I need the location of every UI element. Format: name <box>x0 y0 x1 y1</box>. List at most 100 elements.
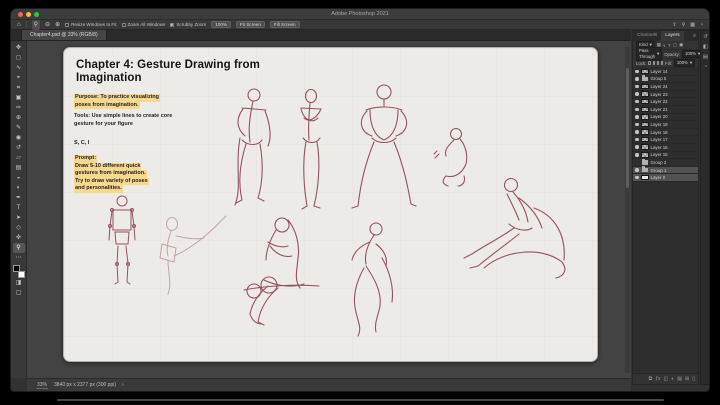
document-tab[interactable]: Chapter4.psd @ 33% (RGB/8) <box>21 30 107 40</box>
type-tool[interactable]: T <box>13 203 25 213</box>
layout-icon[interactable]: ▦ <box>690 22 695 28</box>
history-panel-icon[interactable]: ↺ <box>703 34 708 40</box>
lasso-tool[interactable]: ∿ <box>13 63 25 73</box>
visibility-eye-icon[interactable] <box>635 77 639 81</box>
move-tool[interactable]: ✥ <box>13 43 25 53</box>
zoom-window-button[interactable] <box>34 12 39 17</box>
layer-row[interactable]: Layer 21 <box>633 106 698 114</box>
visibility-eye-icon[interactable] <box>635 99 639 104</box>
crop-tool[interactable]: ⌗ <box>13 83 25 93</box>
visibility-eye-icon[interactable] <box>635 161 639 165</box>
zoom-all-windows-checkbox[interactable]: Zoom All Windows <box>121 22 165 27</box>
libraries-panel-icon[interactable]: ▤ <box>703 54 708 60</box>
zoom-100-button[interactable]: 100% <box>211 21 231 28</box>
visibility-eye-icon[interactable] <box>635 107 639 112</box>
path-selection-tool[interactable]: ➤ <box>13 213 25 223</box>
layer-row[interactable]: Layer 19 <box>633 121 698 129</box>
close-window-button[interactable] <box>18 12 23 17</box>
visibility-eye-icon[interactable] <box>635 130 639 134</box>
eraser-tool[interactable]: ▱ <box>13 153 25 163</box>
link-layers-icon[interactable]: ⧉ <box>649 376 653 382</box>
dodge-tool[interactable]: ◐ <box>13 183 25 193</box>
zoom-level-field[interactable]: 33% <box>36 382 49 389</box>
history-brush-tool[interactable]: ↺ <box>13 143 25 153</box>
tab-layers[interactable]: Layers <box>661 31 684 41</box>
status-chevron-icon[interactable]: › <box>122 382 124 388</box>
layer-row[interactable]: Layer 24 <box>633 83 698 91</box>
filter-shape-icon[interactable]: ▢ <box>673 42 677 48</box>
background-color-swatch[interactable] <box>17 271 25 278</box>
screen-mode-icon[interactable]: ▢ <box>13 288 25 298</box>
frame-tool[interactable]: ▣ <box>13 93 25 103</box>
scrollbar-thumb[interactable] <box>626 68 629 188</box>
foreground-color-swatch[interactable] <box>12 265 20 272</box>
edit-toolbar-icon[interactable]: ⋯ <box>13 253 25 263</box>
adjustments-panel-icon[interactable]: ◔ <box>704 64 707 70</box>
hand-tool[interactable]: ✜ <box>13 233 25 243</box>
document-canvas[interactable]: Chapter 4: Gesture Drawing from Imaginat… <box>63 47 598 362</box>
delete-layer-icon[interactable]: ▯ <box>692 376 695 382</box>
minimize-window-button[interactable] <box>26 12 31 17</box>
layer-row[interactable]: Layer 15 <box>633 152 698 160</box>
lock-pixels-icon[interactable] <box>652 61 655 65</box>
layer-effects-icon[interactable]: ƒx <box>655 376 660 382</box>
quick-mask-icon[interactable]: ◨ <box>13 278 25 288</box>
gradient-tool[interactable]: ▤ <box>13 163 25 173</box>
visibility-eye-icon[interactable] <box>635 92 639 96</box>
blend-mode-select[interactable]: Pass Through ▾ <box>636 47 663 61</box>
blur-tool[interactable]: ◒ <box>13 173 25 183</box>
visibility-eye-icon[interactable] <box>635 153 639 157</box>
new-group-icon[interactable]: ▤ <box>677 376 682 382</box>
clone-stamp-tool[interactable]: ◉ <box>13 133 25 143</box>
visibility-eye-icon[interactable] <box>635 137 639 142</box>
layer-row[interactable]: Layer 20 <box>633 114 698 122</box>
visibility-eye-icon[interactable] <box>635 84 639 89</box>
visibility-eye-icon[interactable] <box>635 115 639 119</box>
marquee-tool[interactable]: ◻ <box>13 53 25 63</box>
visibility-eye-icon[interactable] <box>635 69 639 74</box>
search-icon[interactable]: ⚲ <box>682 22 686 28</box>
object-selection-tool[interactable]: ⌖ <box>13 73 25 83</box>
lock-all-icon[interactable] <box>660 61 664 65</box>
visibility-eye-icon[interactable] <box>635 145 639 149</box>
shape-tool[interactable]: ◇ <box>13 223 25 233</box>
layer-row[interactable]: Layer 17 <box>633 136 698 144</box>
fill-field[interactable]: 100% ▾ <box>673 59 696 67</box>
canvas-scrollbar[interactable] <box>625 46 630 373</box>
adjustment-layer-icon[interactable]: ◐ <box>671 376 674 382</box>
group-row-selected[interactable]: Group 1 <box>633 166 698 175</box>
healing-brush-tool[interactable]: ⊕ <box>13 113 25 123</box>
filter-type-icon[interactable]: T <box>668 43 671 48</box>
home-icon[interactable]: ⌂ <box>17 20 21 30</box>
zoom-in-icon[interactable]: ⊕ <box>55 20 60 30</box>
layer-row[interactable]: Layer 23 <box>633 91 698 99</box>
fit-screen-button[interactable]: Fit Screen <box>235 21 265 28</box>
zoom-out-icon[interactable]: ⊖ <box>45 20 50 30</box>
workspace-icon[interactable]: ◔ <box>700 22 703 28</box>
lock-position-icon[interactable] <box>656 61 659 65</box>
color-panel-icon[interactable]: ◧ <box>703 44 708 50</box>
eyedropper-tool[interactable]: ✑ <box>13 103 25 113</box>
group-row[interactable]: Group 5 <box>633 75 698 84</box>
tab-channels[interactable]: Channels <box>633 31 661 41</box>
layer-row-selected[interactable]: Layer 0 <box>633 174 698 182</box>
filter-adjustment-icon[interactable]: ◐ <box>663 43 666 48</box>
color-swatches[interactable] <box>12 265 25 278</box>
filter-smart-object-icon[interactable]: ▣ <box>679 42 683 48</box>
lock-transparency-icon[interactable] <box>648 61 651 65</box>
zoom-tool-preset-icon[interactable]: ⚲ <box>31 19 41 30</box>
fill-screen-button[interactable]: Fill Screen <box>269 21 300 28</box>
brush-tool[interactable]: ✎ <box>13 123 25 133</box>
visibility-eye-icon[interactable] <box>635 168 639 172</box>
scrubby-zoom-checkbox[interactable]: ✓ Scrubby Zoom <box>170 22 206 27</box>
visibility-eye-icon[interactable] <box>635 122 639 127</box>
layer-row[interactable]: Layer 18 <box>633 129 698 137</box>
layer-mask-icon[interactable]: ◱ <box>664 376 669 382</box>
layer-row[interactable]: Layer 16 <box>633 144 698 152</box>
new-layer-icon[interactable]: ⊞ <box>685 376 689 382</box>
resize-windows-checkbox[interactable]: Resize Windows to Fit <box>65 22 117 27</box>
zoom-tool[interactable]: ⚲ <box>12 243 25 253</box>
pen-tool[interactable]: ✒ <box>13 193 25 203</box>
layer-row[interactable]: Layer 22 <box>633 98 698 106</box>
panel-menu-icon[interactable]: ≡ <box>693 31 698 41</box>
